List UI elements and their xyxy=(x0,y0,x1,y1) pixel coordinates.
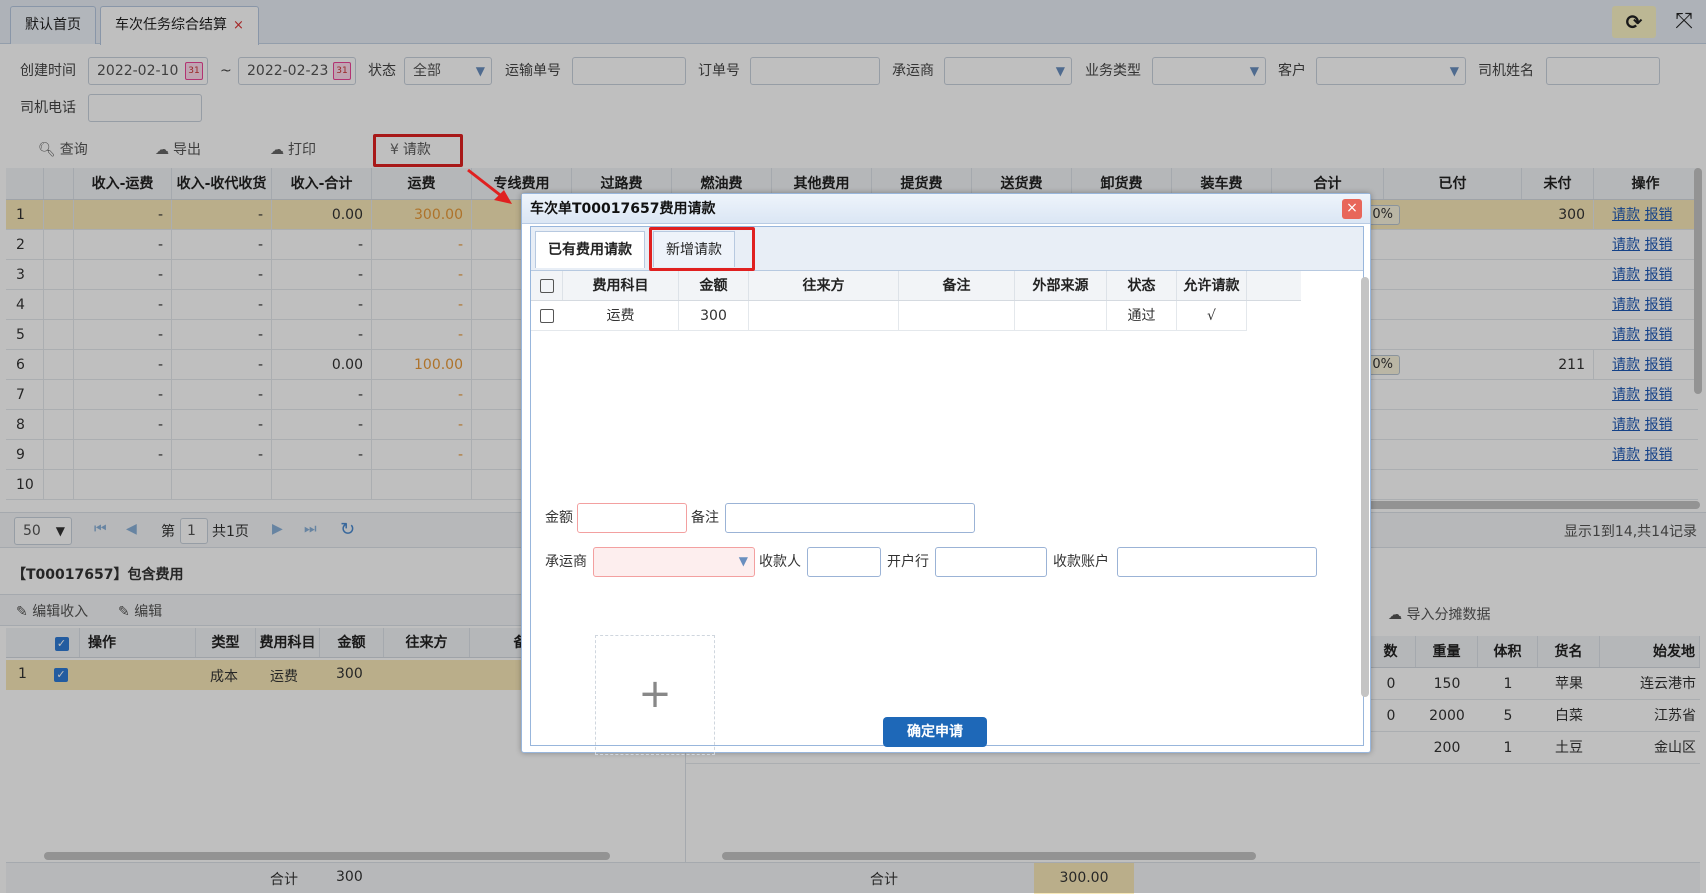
tab-existing-requests[interactable]: 已有费用请款 xyxy=(535,231,645,268)
bank-input[interactable] xyxy=(935,547,1047,577)
dialog-title: 车次单T00017657费用请款 xyxy=(522,194,1370,224)
payee-label: 收款人 xyxy=(759,554,801,570)
highlight-box xyxy=(649,227,755,271)
row-checkbox[interactable] xyxy=(540,309,554,323)
source-cell xyxy=(1015,301,1107,331)
close-icon[interactable]: × xyxy=(1342,199,1362,219)
upload-area[interactable]: + xyxy=(595,635,715,755)
col-header: 费用科目 xyxy=(563,271,679,300)
allow-cell: √ xyxy=(1177,301,1247,331)
subject-cell: 运费 xyxy=(563,301,679,331)
payee-input[interactable] xyxy=(807,547,881,577)
col-header: 状态 xyxy=(1107,271,1177,300)
col-header: 往来方 xyxy=(749,271,899,300)
col-header: 备注 xyxy=(899,271,1015,300)
party-cell xyxy=(749,301,899,331)
bank-label: 开户行 xyxy=(887,554,929,570)
col-header: 金额 xyxy=(679,271,749,300)
amount-label: 金额 xyxy=(545,510,573,526)
dialog-body: 已有费用请款 新增请款 费用科目 金额 往来方 备注 外部来源 状态 允许请款 … xyxy=(530,226,1369,755)
annotation-arrow xyxy=(467,168,512,204)
submit-button[interactable]: 确定申请 xyxy=(883,717,987,747)
plus-icon: + xyxy=(638,671,672,717)
select-all-checkbox[interactable] xyxy=(531,271,563,300)
col-header: 外部来源 xyxy=(1015,271,1107,300)
expense-request-dialog: 车次单T00017657费用请款 × 已有费用请款 新增请款 费用科目 金额 往… xyxy=(521,193,1371,755)
chevron-down-icon: ▼ xyxy=(738,554,748,568)
status-cell: 通过 xyxy=(1107,301,1177,331)
account-label: 收款账户 xyxy=(1053,554,1109,570)
carrier-select[interactable]: ▼ xyxy=(593,547,755,577)
dialog-table-header: 费用科目 金额 往来方 备注 外部来源 状态 允许请款 xyxy=(531,271,1301,301)
account-input[interactable] xyxy=(1117,547,1317,577)
table-row[interactable]: 运费 300 通过 √ xyxy=(531,301,1247,331)
col-header: 允许请款 xyxy=(1177,271,1247,300)
remark-cell xyxy=(899,301,1015,331)
amount-cell: 300 xyxy=(679,301,749,331)
dialog-scrollbar[interactable] xyxy=(1361,277,1369,697)
remark-input[interactable] xyxy=(725,503,975,533)
carrier-label: 承运商 xyxy=(545,554,587,570)
amount-input[interactable] xyxy=(577,503,687,533)
remark-label: 备注 xyxy=(691,510,719,526)
